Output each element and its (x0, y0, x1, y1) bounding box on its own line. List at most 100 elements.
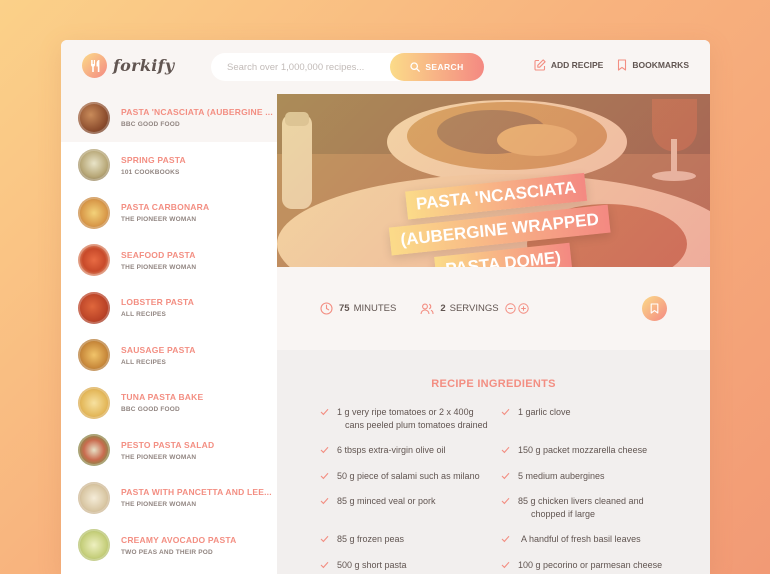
search-icon (410, 62, 421, 72)
bookmarks-label: BOOKMARKS (632, 60, 689, 70)
recipe-thumbnail (78, 291, 110, 324)
ingredient-text: 150 g packet mozzarella cheese (518, 445, 648, 455)
result-title: SPRING PASTA (121, 154, 186, 165)
result-title: CREAMY AVOCADO PASTA (121, 534, 237, 545)
recipe-image: PASTA 'NCASCIATA (AUBERGINE WRAPPED PAST… (277, 94, 710, 267)
result-publisher: BBC GOOD FOOD (121, 121, 180, 129)
logo[interactable]: forkify (82, 53, 174, 78)
check-icon (501, 535, 510, 543)
ingredient-text: 500 g short pasta (337, 560, 407, 570)
check-icon (320, 535, 329, 543)
cooking-time-unit: MINUTES (353, 303, 397, 314)
servings-controls (504, 303, 531, 314)
users-icon (420, 303, 434, 314)
ingredient-text: A handful of fresh basil leaves (521, 534, 641, 544)
ingredients-heading: RECIPE INGREDIENTS (431, 378, 556, 390)
ingredient-text: 50 g piece of salami such as milano (337, 471, 480, 481)
recipe-thumbnail (78, 481, 110, 514)
minus-circle-icon[interactable] (504, 303, 516, 314)
ingredient-item: 5 medium aubergines (501, 470, 691, 483)
cooking-time: 75 MINUTES (320, 302, 396, 315)
result-publisher: ALL RECIPES (121, 358, 167, 366)
search-button[interactable]: SEARCH (390, 53, 484, 81)
result-publisher: TWO PEAS AND THEIR POD (121, 548, 213, 556)
ingredient-item: 6 tbsps extra-virgin olive oil (320, 444, 500, 457)
recipe-thumbnail (78, 196, 110, 229)
ingredient-item: 1 garlic clove (501, 406, 691, 419)
result-publisher: BBC GOOD FOOD (121, 406, 180, 414)
ingredient-text-line-2: cans peeled plum tomatoes drained (345, 419, 488, 430)
search-form: SEARCH (211, 53, 484, 81)
add-recipe-label: ADD RECIPE (550, 60, 604, 70)
result-title: SAUSAGE PASTA (121, 344, 196, 355)
recipe-thumbnail (78, 386, 110, 419)
result-title: PASTA 'NCASCIATA (AUBERGINE ... (121, 107, 273, 118)
ingredient-item: 100 g pecorino or parmesan cheese (501, 559, 691, 572)
ingredient-text: 6 tbsps extra-virgin olive oil (337, 445, 446, 455)
header: forkify SEARCH ADD RECIPE (61, 40, 710, 94)
result-item[interactable]: PASTA WITH PANCETTA AND LEE... THE PIONE… (61, 474, 277, 522)
ingredient-text: 85 g frozen peas (337, 534, 405, 544)
recipe-thumbnail (78, 101, 110, 134)
ingredient-item: 85 g minced veal or pork (320, 495, 500, 508)
check-icon (320, 446, 329, 454)
search-button-label: SEARCH (425, 62, 464, 72)
edit-icon (534, 59, 546, 71)
ingredient-item: 50 g piece of salami such as milano (320, 470, 500, 483)
check-icon (320, 472, 329, 480)
recipe-thumbnail (78, 149, 110, 182)
recipe-view: PASTA 'NCASCIATA (AUBERGINE WRAPPED PAST… (277, 94, 710, 574)
ingredient-item: A handful of fresh basil leaves (501, 533, 691, 546)
nav: ADD RECIPE BOOKMARKS (520, 59, 689, 71)
add-recipe-button[interactable]: ADD RECIPE (534, 59, 603, 71)
ingredient-text: 85 g minced veal or pork (337, 496, 436, 506)
result-item[interactable]: SEAFOOD PASTA THE PIONEER WOMAN (61, 237, 277, 285)
result-title: LOBSTER PASTA (121, 297, 195, 308)
result-title: PESTO PASTA SALAD (121, 439, 215, 450)
recipe-details: 75 MINUTES 2 SERVINGS (277, 267, 710, 350)
result-item[interactable]: PASTA CARBONARA THE PIONEER WOMAN (61, 189, 277, 237)
app-window: forkify SEARCH ADD RECIPE (61, 40, 710, 574)
ingredient-item: 150 g packet mozzarella cheese (501, 444, 691, 457)
result-item[interactable]: LOBSTER PASTA ALL RECIPES (61, 284, 277, 332)
check-icon (320, 497, 329, 505)
ingredient-item: 85 g frozen peas (320, 533, 500, 546)
bookmark-button[interactable] (642, 296, 667, 321)
check-icon (320, 561, 329, 569)
logo-text: forkify (113, 56, 175, 75)
ingredient-text: 1 garlic clove (518, 407, 571, 417)
ingredient-text: 1 g very ripe tomatoes or 2 x 400g (337, 407, 474, 417)
result-item[interactable]: SPRING PASTA 101 COOKBOOKS (61, 142, 277, 190)
result-item[interactable]: CREAMY AVOCADO PASTA TWO PEAS AND THEIR … (61, 522, 277, 570)
search-results: PASTA 'NCASCIATA (AUBERGINE ... BBC GOOD… (61, 94, 277, 574)
result-publisher: THE PIONEER WOMAN (121, 453, 197, 461)
result-item[interactable]: TUNA PASTA BAKE BBC GOOD FOOD (61, 379, 277, 427)
result-title: PASTA WITH PANCETTA AND LEE... (121, 487, 272, 498)
ingredient-text: 5 medium aubergines (518, 471, 605, 481)
recipe-thumbnail (78, 339, 110, 372)
ingredient-text: 85 g chicken livers cleaned and (518, 496, 644, 506)
result-title: PASTA CARBONARA (121, 202, 210, 213)
check-icon (320, 408, 329, 416)
result-publisher: THE PIONEER WOMAN (121, 263, 197, 271)
result-publisher: THE PIONEER WOMAN (121, 501, 197, 509)
result-publisher: ALL RECIPES (121, 311, 167, 319)
result-publisher: THE PIONEER WOMAN (121, 216, 197, 224)
recipe-thumbnail (78, 434, 110, 467)
fork-knife-icon (82, 53, 107, 78)
result-item[interactable]: PESTO PASTA SALAD THE PIONEER WOMAN (61, 427, 277, 475)
result-title: TUNA PASTA BAKE (121, 392, 204, 403)
cooking-time-value: 75 (339, 303, 350, 314)
plus-circle-icon[interactable] (517, 303, 529, 314)
check-icon (501, 408, 510, 416)
ingredient-text: 100 g pecorino or parmesan cheese (518, 560, 663, 570)
servings: 2 SERVINGS (420, 303, 530, 315)
servings-value: 2 (440, 303, 446, 314)
result-item[interactable]: SAUSAGE PASTA ALL RECIPES (61, 332, 277, 380)
check-icon (501, 446, 510, 454)
bookmarks-button[interactable]: BOOKMARKS (617, 59, 689, 71)
check-icon (501, 472, 510, 480)
result-item[interactable]: PASTA 'NCASCIATA (AUBERGINE ... BBC GOOD… (61, 94, 277, 142)
recipe-thumbnail (78, 529, 110, 562)
search-input[interactable] (227, 61, 397, 73)
